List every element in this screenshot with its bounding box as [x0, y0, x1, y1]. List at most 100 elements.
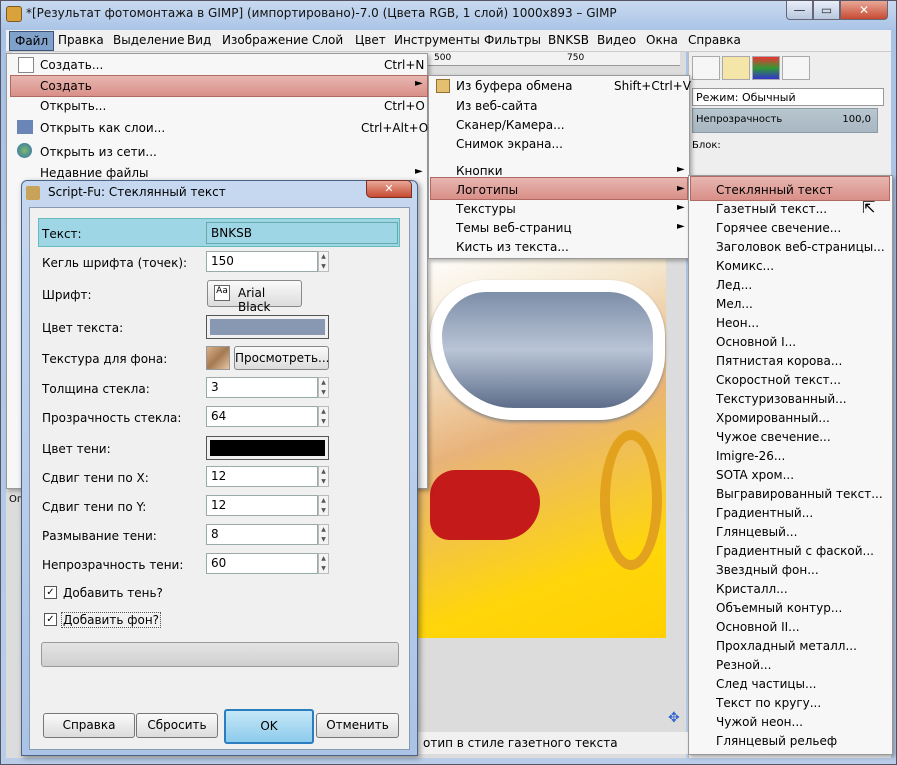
logos-item[interactable]: Чужой неон... [716, 715, 803, 729]
text-color-swatch[interactable] [206, 315, 329, 339]
logos-item[interactable]: Резной... [716, 658, 771, 672]
logos-item[interactable]: Градиентный с фаской... [716, 544, 874, 558]
logos-item[interactable]: След частицы... [716, 677, 816, 691]
create-item[interactable]: Темы веб-страниц [456, 221, 572, 235]
opacity-value: 100,0 [842, 114, 871, 125]
create-item[interactable]: Из буфера обмена [456, 79, 572, 93]
help-button[interactable]: Справка [43, 713, 135, 738]
shadow-opacity-spinner[interactable]: ▲ ▼ [318, 553, 329, 574]
menu-view[interactable]: Вид [187, 33, 211, 47]
logos-item[interactable]: Основной I... [716, 335, 796, 349]
menu-tools[interactable]: Инструменты [394, 33, 480, 47]
menu-image[interactable]: Изображение [222, 33, 308, 47]
menu-windows[interactable]: Окна [646, 33, 678, 47]
file-menu-item[interactable]: Создать... [40, 58, 103, 72]
reset-button[interactable]: Сбросить [136, 713, 218, 738]
glass-thickness-spinner[interactable]: ▲ ▼ [318, 377, 329, 398]
maximize-button[interactable]: ▭ [813, 1, 840, 20]
logos-item[interactable]: Кристалл... [716, 582, 788, 596]
logos-item[interactable]: Неон... [716, 316, 759, 330]
shadow-x-spinner[interactable]: ▲ ▼ [318, 466, 329, 487]
file-menu-item[interactable]: Открыть из сети... [40, 145, 157, 159]
shadow-y-spinner[interactable]: ▲ ▼ [318, 495, 329, 516]
logos-item[interactable]: Объемный контур... [716, 601, 842, 615]
menu-bnksb[interactable]: BNKSB [548, 33, 589, 47]
menu-video[interactable]: Видео [597, 33, 636, 47]
logos-item[interactable]: Хромированный... [716, 411, 830, 425]
logos-item[interactable]: Горячее свечение... [716, 221, 841, 235]
shadow-blur-label: Размывание тени: [42, 529, 157, 543]
layers-tab-icon[interactable] [692, 56, 720, 80]
logos-item[interactable]: Основной II... [716, 620, 800, 634]
file-menu-item[interactable]: Недавние файлы [40, 166, 149, 180]
shadow-opacity-input[interactable]: 60 [206, 553, 318, 574]
font-size-input[interactable]: 150 [206, 251, 318, 272]
logos-item[interactable]: Градиентный... [716, 506, 813, 520]
shadow-blur-spinner[interactable]: ▲ ▼ [318, 524, 329, 545]
logos-item[interactable]: Прохладный металл... [716, 639, 857, 653]
image-sunglasses [430, 280, 665, 420]
logos-item[interactable]: Мел... [716, 297, 753, 311]
logos-item[interactable]: Звездный фон... [716, 563, 819, 577]
menu-color[interactable]: Цвет [355, 33, 386, 47]
text-color-label: Цвет текста: [42, 321, 124, 335]
shadow-blur-input[interactable]: 8 [206, 524, 318, 545]
minimize-icon: — [793, 3, 806, 17]
file-menu-item[interactable]: Открыть как слои... [40, 121, 165, 135]
browse-button[interactable]: Просмотреть... [234, 346, 329, 370]
text-input[interactable]: BNKSB [206, 222, 398, 244]
file-menu-item[interactable]: Открыть... [40, 99, 106, 113]
cancel-button[interactable]: Отменить [316, 713, 399, 738]
menu-layer[interactable]: Слой [312, 33, 343, 47]
glass-transparency-input[interactable]: 64 [206, 406, 318, 427]
navigate-icon[interactable]: ✥ [668, 710, 680, 726]
glass-transparency-spinner[interactable]: ▲ ▼ [318, 406, 329, 427]
minimize-button[interactable]: — [786, 1, 813, 20]
opacity-slider[interactable]: Непрозрачность 100,0 [692, 108, 878, 133]
create-item[interactable]: Кисть из текста... [456, 240, 569, 254]
dialog-close-button[interactable]: ✕ [366, 180, 412, 198]
create-item-logos[interactable]: Логотипы [456, 183, 518, 197]
logos-item-glass-text[interactable]: Стеклянный текст [716, 183, 833, 197]
logos-item[interactable]: Imigre-26... [716, 449, 785, 463]
create-item[interactable]: Из веб-сайта [456, 99, 537, 113]
shadow-color-swatch[interactable] [206, 436, 329, 460]
logos-item[interactable]: Пятнистая корова... [716, 354, 842, 368]
paths-tab-icon[interactable] [782, 56, 810, 80]
progress-bar [41, 642, 399, 667]
logos-item[interactable]: Выгравированный текст... [716, 487, 883, 501]
logos-item[interactable]: Текстуризованный... [716, 392, 847, 406]
logos-item[interactable]: Глянцевый... [716, 525, 797, 539]
menu-filters[interactable]: Фильтры [484, 33, 541, 47]
menu-select[interactable]: Выделение [113, 33, 184, 47]
menu-edit[interactable]: Правка [58, 33, 104, 47]
create-item[interactable]: Кнопки [456, 164, 503, 178]
create-item[interactable]: Текстуры [456, 202, 516, 216]
logos-item[interactable]: Лед... [716, 278, 752, 292]
glass-thickness-input[interactable]: 3 [206, 377, 318, 398]
close-button[interactable]: ✕ [840, 1, 888, 20]
logos-item[interactable]: Глянцевый рельеф [716, 734, 837, 748]
create-item[interactable]: Сканер/Камера... [456, 118, 565, 132]
logos-item[interactable]: Скоростной текст... [716, 373, 841, 387]
undo-tab-icon[interactable] [722, 56, 750, 80]
layer-mode-select[interactable]: Режим: Обычный [692, 88, 884, 106]
add-shadow-checkbox[interactable]: ✓ [44, 586, 57, 599]
logos-item[interactable]: Текст по кругу... [716, 696, 821, 710]
logos-item[interactable]: Комикс... [716, 259, 774, 273]
logos-item[interactable]: SOTA хром... [716, 468, 794, 482]
file-menu-item-create[interactable]: Создать [40, 79, 92, 93]
menu-help[interactable]: Справка [688, 33, 741, 47]
create-item[interactable]: Снимок экрана... [456, 137, 563, 151]
shadow-y-input[interactable]: 12 [206, 495, 318, 516]
logos-item[interactable]: Заголовок веб-страницы... [716, 240, 885, 254]
menu-file[interactable]: Файл [9, 31, 55, 51]
logos-item[interactable]: Газетный текст... [716, 202, 827, 216]
ok-button[interactable]: OK [224, 709, 314, 744]
shadow-x-input[interactable]: 12 [206, 466, 318, 487]
add-bg-checkbox[interactable]: ✓ [44, 613, 57, 626]
shortcut-label: Shift+Ctrl+V [614, 79, 691, 93]
logos-item[interactable]: Чужое свечение... [716, 430, 831, 444]
channels-tab-icon[interactable] [752, 56, 780, 80]
font-size-spinner[interactable]: ▲ ▼ [318, 251, 329, 272]
